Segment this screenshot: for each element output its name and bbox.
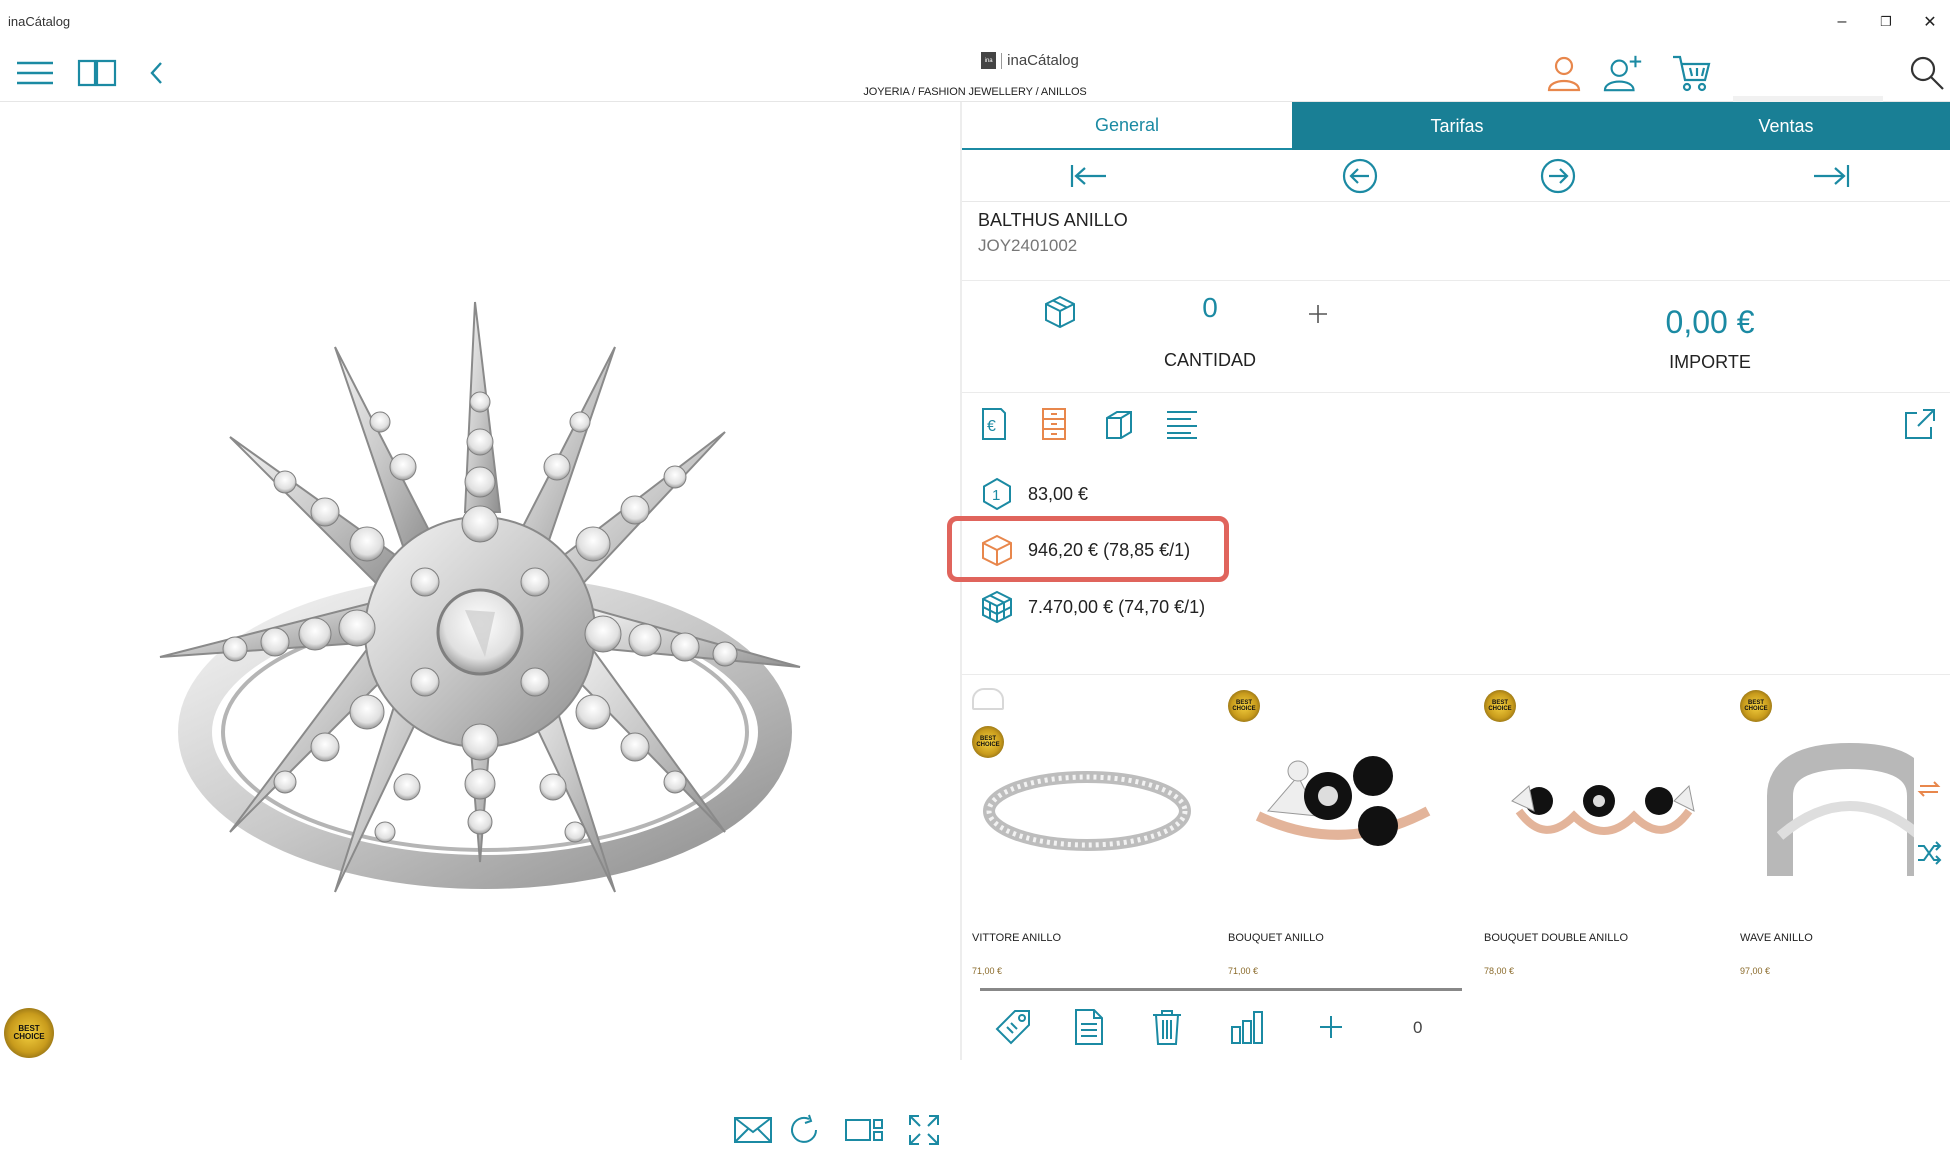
fullscreen-icon[interactable] xyxy=(902,1108,946,1152)
add-customer-icon[interactable] xyxy=(1603,52,1645,94)
restore-button[interactable]: ❐ xyxy=(1874,12,1898,32)
catalog-book-icon[interactable] xyxy=(76,52,118,94)
trash-icon[interactable] xyxy=(1144,1004,1190,1050)
related-product-price: 78,00 € xyxy=(1484,966,1515,976)
related-product-price: 71,00 € xyxy=(972,966,1003,976)
previous-product-icon[interactable] xyxy=(1338,156,1382,196)
pallet-price: 7.470,00 € (74,70 €/1) xyxy=(1028,596,1206,617)
section-divider xyxy=(962,392,1950,393)
section-divider xyxy=(962,280,1950,281)
app-title: inaCátalog xyxy=(8,14,71,29)
product-thumbnail xyxy=(983,771,1191,851)
first-product-icon[interactable] xyxy=(1066,156,1110,196)
best-choice-badge: BEST CHOICE xyxy=(4,1008,54,1058)
related-product-card[interactable]: BEST CHOICE BOUQUET DOUBLE ANILLO 78,00 … xyxy=(1474,676,1724,976)
tab-general[interactable]: General xyxy=(962,102,1292,150)
rotate-icon[interactable] xyxy=(782,1108,826,1152)
basket-icon xyxy=(972,688,1004,710)
minimize-button[interactable]: – xyxy=(1830,12,1854,32)
related-product-name: BOUQUET ANILLO xyxy=(1228,932,1324,944)
tag-icon[interactable] xyxy=(990,1004,1036,1050)
related-product-price: 71,00 € xyxy=(1228,966,1259,976)
product-thumbnail xyxy=(1511,784,1695,835)
related-product-card[interactable]: BEST CHOICE WAVE ANILLO 97,00 € xyxy=(1730,676,1914,976)
product-thumbnail xyxy=(1767,742,1914,876)
related-products-carousel[interactable]: BEST CHOICE VITTORE ANILLO 71,00 € BEST … xyxy=(962,676,1914,986)
related-product-name: VITTORE ANILLO xyxy=(972,932,1062,944)
app-header: ina inaCátalog JOYERIA / FASHION JEWELLE… xyxy=(0,44,1950,132)
brand-logo: ina inaCátalog xyxy=(920,52,1140,69)
product-image[interactable] xyxy=(135,262,835,902)
related-product-price: 97,00 € xyxy=(1740,966,1771,976)
amount-label: IMPORTE xyxy=(1669,352,1751,372)
brand-mark-icon: ina xyxy=(981,52,997,69)
tab-ventas[interactable]: Ventas xyxy=(1622,102,1950,150)
brand-name: inaCátalog xyxy=(1007,52,1079,69)
product-navigation xyxy=(962,150,1950,202)
stock-drawer-icon[interactable] xyxy=(1034,404,1074,444)
packaging-icon[interactable] xyxy=(1099,404,1139,444)
quantity-label: CANTIDAD xyxy=(1163,350,1256,370)
brand-divider xyxy=(1001,52,1003,69)
next-product-icon[interactable] xyxy=(1536,156,1580,196)
swap-icon[interactable] xyxy=(1912,772,1946,806)
pallet-icon xyxy=(980,590,1014,624)
tab-tarifas[interactable]: Tarifas xyxy=(1292,102,1622,150)
shuffle-icon[interactable] xyxy=(1912,836,1946,870)
document-icon[interactable] xyxy=(1066,1004,1112,1050)
close-button[interactable]: ✕ xyxy=(1918,12,1942,32)
bottom-toolbar xyxy=(962,994,1950,1060)
search-icon[interactable] xyxy=(1906,52,1948,94)
related-product-card[interactable]: BEST CHOICE VITTORE ANILLO 71,00 € xyxy=(962,676,1212,976)
price-row-pallet: 7.470,00 € (74,70 €/1) xyxy=(980,585,1205,629)
breadcrumb: JOYERIA / FASHION JEWELLERY / ANILLOS xyxy=(863,86,1087,98)
last-product-icon[interactable] xyxy=(1810,156,1854,196)
price-row-unit: 1 83,00 € xyxy=(980,472,1088,516)
description-lines-icon[interactable] xyxy=(1162,404,1202,444)
product-image-panel: BEST CHOICE xyxy=(0,102,960,1145)
statistics-chart-icon[interactable] xyxy=(1224,1004,1270,1050)
carousel-scrollbar[interactable] xyxy=(980,988,1462,991)
related-product-name: WAVE ANILLO xyxy=(1740,932,1813,944)
product-name: BALTHUS ANILLO xyxy=(978,210,1128,230)
unit-1-icon: 1 xyxy=(980,477,1014,511)
cart-icon[interactable] xyxy=(1671,52,1713,94)
quantity-value[interactable]: 0 xyxy=(1140,292,1280,324)
open-external-icon[interactable] xyxy=(1900,404,1940,444)
increment-plus-icon[interactable] xyxy=(1306,302,1330,326)
back-chevron-icon[interactable] xyxy=(136,52,178,94)
customer-icon[interactable] xyxy=(1543,52,1585,94)
section-divider xyxy=(962,674,1950,675)
compare-view-icon[interactable] xyxy=(842,1108,886,1152)
hamburger-menu-icon[interactable] xyxy=(14,52,56,94)
add-count: 0 xyxy=(1413,1018,1423,1037)
unit-price: 83,00 € xyxy=(1028,483,1089,504)
product-thumbnail xyxy=(1255,756,1431,846)
package-unit-icon[interactable] xyxy=(1042,294,1078,330)
product-code: JOY2401002 xyxy=(978,236,1078,255)
detail-tabs: General Tarifas Ventas xyxy=(962,102,1950,150)
svg-text:€: € xyxy=(987,418,996,435)
amount-value: 0,00 € xyxy=(1665,304,1755,340)
related-product-name: BOUQUET DOUBLE ANILLO xyxy=(1484,932,1629,944)
price-tariff-icon[interactable]: € xyxy=(974,404,1014,444)
email-icon[interactable] xyxy=(731,1108,775,1152)
svg-text:1: 1 xyxy=(992,487,1000,504)
add-plus-icon[interactable] xyxy=(1308,1004,1354,1050)
related-product-card[interactable]: BEST CHOICE BOUQUET ANILLO 71,00 € xyxy=(1218,676,1468,976)
highlight-box xyxy=(947,516,1229,582)
window-titlebar: inaCátalog – ❐ ✕ xyxy=(0,0,1950,44)
